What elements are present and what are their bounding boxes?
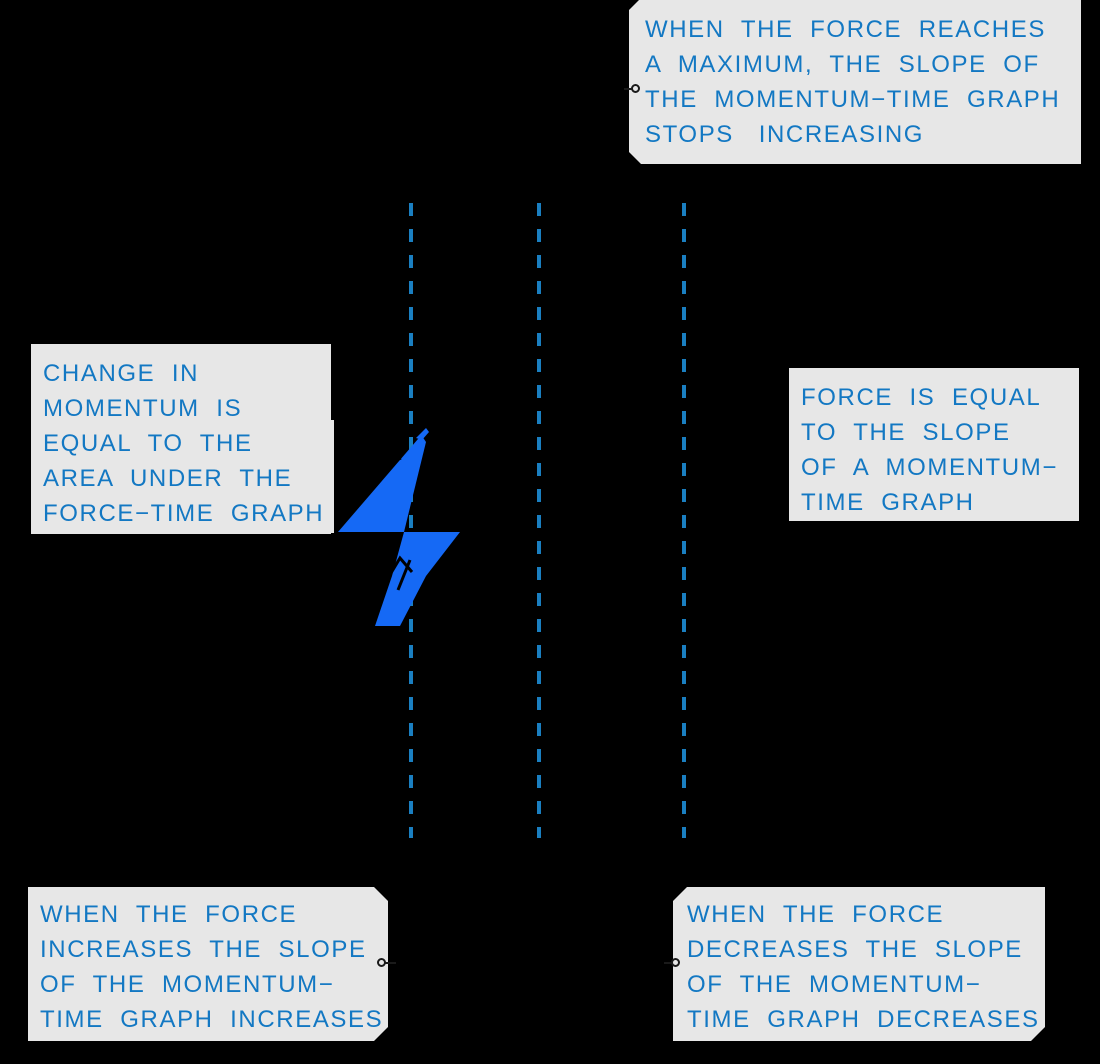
callout-force-decreases: WHEN THE FORCE DECREASES THE SLOPE OF TH… [673, 887, 1045, 1041]
axis-arrow-upper [394, 445, 402, 461]
callout-force-equals-slope: FORCE IS EQUAL TO THE SLOPE OF A MOMENTU… [789, 368, 1079, 521]
callout-area-under-curve-text: CHANGE IN MOMENTUM IS EQUAL TO THE AREA … [43, 360, 325, 527]
guide-line-3 [682, 203, 686, 838]
shaded-area-upper-tip [416, 428, 429, 440]
diagram-canvas: WHEN THE FORCE REACHES A MAXIMUM, THE SL… [0, 0, 1100, 1064]
callout-area-under-curve: CHANGE IN MOMENTUM IS EQUAL TO THE AREA … [31, 344, 331, 534]
callout-force-equals-slope-text: FORCE IS EQUAL TO THE SLOPE OF A MOMENTU… [801, 384, 1058, 516]
guide-line-2 [537, 203, 541, 838]
connector-dot-max-force [631, 84, 640, 93]
shaded-area-upper [338, 436, 426, 532]
graph-shapes-svg [338, 428, 460, 626]
connector-dot-force-decreases [671, 958, 680, 967]
callout-max-force: WHEN THE FORCE REACHES A MAXIMUM, THE SL… [629, 0, 1081, 164]
shaded-area-lower [392, 532, 460, 576]
callout-max-force-text: WHEN THE FORCE REACHES A MAXIMUM, THE SL… [645, 16, 1061, 148]
connector-dot-force-increases [377, 958, 386, 967]
callout-force-decreases-text: WHEN THE FORCE DECREASES THE SLOPE OF TH… [687, 901, 1040, 1033]
callout-force-increases: WHEN THE FORCE INCREASES THE SLOPE OF TH… [28, 887, 388, 1041]
force-time-graph-fragment [330, 420, 490, 650]
callout-force-increases-text: WHEN THE FORCE INCREASES THE SLOPE OF TH… [40, 901, 384, 1033]
